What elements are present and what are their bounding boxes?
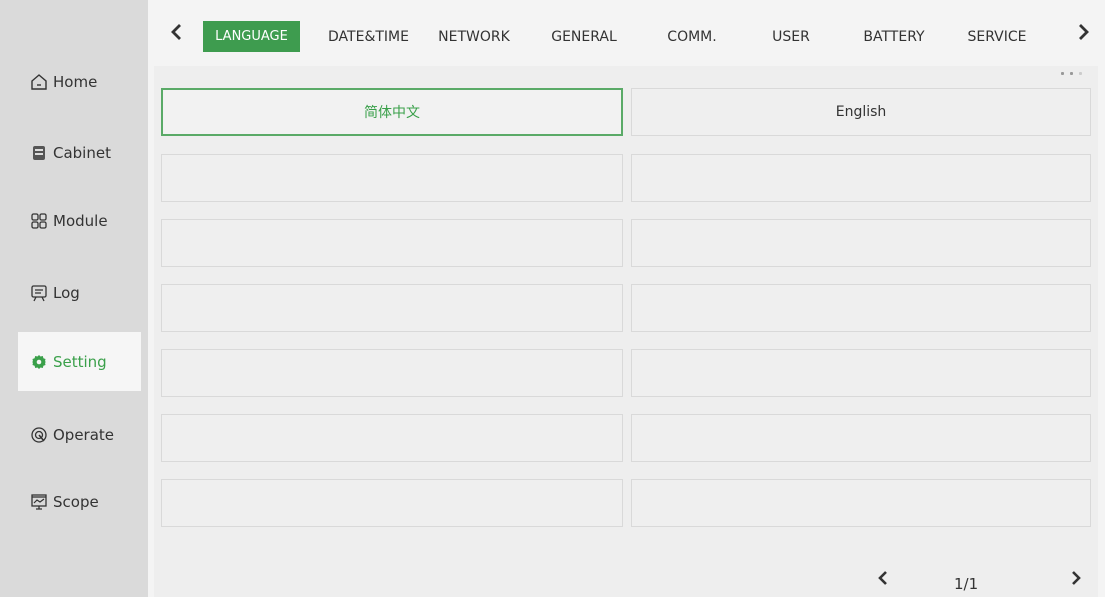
empty-cell [161,479,623,527]
sidebar-item-label: Cabinet [53,144,111,162]
empty-cell [161,349,623,397]
page-next-button[interactable] [1066,567,1086,589]
chevron-right-icon [1072,571,1081,585]
operate-icon [30,426,48,444]
chevron-right-icon [1079,24,1089,40]
tab-service[interactable]: SERVICE [954,22,1040,52]
sidebar-item-scope[interactable]: Scope [18,472,141,532]
sidebar-item-label: Module [53,212,108,230]
module-icon [30,212,48,230]
language-option-english[interactable]: English [631,88,1091,136]
panel-indicator [1061,72,1082,75]
chevron-left-icon [878,571,887,585]
empty-cell [631,219,1091,267]
empty-cell [631,284,1091,332]
empty-cell [161,284,623,332]
sidebar-item-setting[interactable]: Setting [18,332,141,391]
sidebar-item-module[interactable]: Module [18,191,141,251]
home-icon [30,73,48,91]
tab-network[interactable]: NETWORK [430,22,518,52]
sidebar-item-label: Setting [53,352,107,371]
language-option-chinese[interactable]: 简体中文 [161,88,623,136]
tabs-prev-button[interactable] [164,18,188,46]
empty-cell [631,479,1091,527]
cabinet-icon [30,144,48,162]
empty-cell [161,414,623,462]
tabs-next-button[interactable] [1072,18,1096,46]
sidebar-item-log[interactable]: Log [18,263,141,323]
tab-date-time[interactable]: DATE&TIME [321,22,416,52]
sidebar-item-label: Home [53,73,98,91]
scope-icon [30,493,48,511]
tab-general[interactable]: GENERAL [543,22,625,52]
sidebar-item-operate[interactable]: Operate [18,405,141,465]
empty-cell [631,349,1091,397]
sidebar-item-label: Operate [53,426,115,444]
tab-user[interactable]: USER [769,22,813,52]
sidebar: Home Cabinet Module Log Setting Operate [0,0,148,597]
tab-comm[interactable]: COMM. [659,22,725,52]
empty-cell [631,414,1091,462]
empty-cell [161,154,623,202]
tab-bar: LANGUAGE DATE&TIME NETWORK GENERAL COMM.… [148,0,1105,64]
gear-icon [30,353,48,371]
chevron-left-icon [171,24,181,40]
sidebar-item-label: Scope [53,493,99,511]
tab-battery[interactable]: BATTERY [848,22,940,52]
tab-language[interactable]: LANGUAGE [203,21,300,52]
page-prev-button[interactable] [873,567,893,589]
sidebar-item-label: Log [53,284,80,302]
sidebar-item-home[interactable]: Home [18,52,141,112]
sidebar-item-cabinet[interactable]: Cabinet [18,123,141,183]
page-indicator: 1/1 [954,575,979,593]
log-icon [30,284,48,302]
empty-cell [631,154,1091,202]
empty-cell [161,219,623,267]
